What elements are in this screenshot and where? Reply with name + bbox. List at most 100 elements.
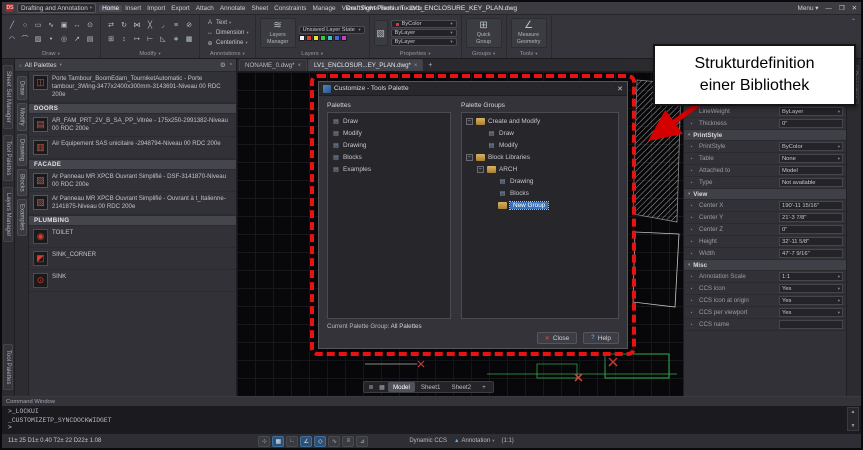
command-input[interactable]: >	[8, 424, 12, 431]
palette-item[interactable]: ⊙ SINK	[29, 270, 236, 293]
layer-color-chip[interactable]	[319, 34, 326, 41]
menu-button[interactable]: Menu ▾	[798, 4, 819, 12]
property-dropdown[interactable]: ByColor ▾	[390, 20, 457, 28]
move-icon[interactable]: ⇄	[105, 18, 117, 32]
circle-icon[interactable]: ○	[19, 18, 31, 32]
section-header-misc[interactable]: ▾ Misc	[684, 260, 846, 271]
property-value[interactable]: Model	[779, 166, 843, 175]
palette-tab-draw[interactable]: Draw	[16, 76, 27, 101]
section-header-view[interactable]: ▾ View	[684, 189, 846, 200]
palette-item[interactable]: ▥ Air Equipement SAS unicitaire -2948794-…	[29, 137, 236, 159]
tree-item-draw[interactable]: ▤ Draw	[462, 127, 618, 139]
palette-list-item-blocks[interactable]: ▤ Blocks	[328, 151, 450, 163]
command-scroll[interactable]: ▲ ▼	[847, 407, 859, 431]
maximize-button[interactable]: ❐	[839, 4, 845, 12]
ellipse-icon[interactable]: ⊙	[84, 18, 96, 32]
layer-color-chip[interactable]	[340, 34, 347, 41]
palette-tab-blocks[interactable]: Blocks	[16, 168, 27, 197]
menu-export[interactable]: Export	[168, 5, 192, 12]
palette-item[interactable]: ◩ SINK_CORNER	[29, 248, 236, 271]
section-header-plumbing[interactable]: PLUMBING	[29, 215, 236, 227]
palette-list-item-drawing[interactable]: ▤ Drawing	[328, 139, 450, 151]
palette-item[interactable]: ▨ Ar Panneau MR XPCB Ouvrant Simplifié - …	[29, 192, 236, 216]
minimize-button[interactable]: —	[826, 5, 832, 12]
explode-icon[interactable]: ∗	[170, 32, 182, 46]
rectangle-icon[interactable]: ▭	[32, 18, 44, 32]
property-value[interactable]: None ▾	[779, 154, 843, 163]
etrack-toggle[interactable]: ∿	[328, 435, 341, 447]
new-document-tab-button[interactable]: +	[424, 59, 436, 71]
menu-home[interactable]: Home	[99, 4, 123, 12]
grid-toggle[interactable]: ▦	[272, 435, 285, 447]
palette-item[interactable]: ◉ TOILET	[29, 226, 236, 249]
property-value[interactable]: ByLayer▾	[779, 107, 843, 116]
tree-expander-icon[interactable]: −	[477, 165, 484, 173]
property-value[interactable]: Yes ▾	[779, 308, 843, 317]
layer-color-chip[interactable]	[326, 34, 333, 41]
menu-insert[interactable]: Insert	[122, 5, 144, 12]
dock-tab-tool-palettes[interactable]: Tool Palettes	[3, 134, 13, 182]
workspace-selector[interactable]: Drafting and Annotation ▾	[17, 3, 97, 13]
layers-manager-button[interactable]: ≋ Layers Manager	[259, 18, 296, 48]
quick-group-button[interactable]: ⊞ Quick Group	[465, 18, 502, 48]
polar-toggle[interactable]: ∠	[300, 435, 313, 447]
menu-annotate[interactable]: Annotate	[217, 5, 249, 12]
palette-menu-icon[interactable]: ≡	[19, 63, 22, 68]
section-header-printstyle[interactable]: ▾ PrintStyle	[684, 130, 846, 141]
property-value[interactable]: 0"	[779, 225, 843, 234]
text-button[interactable]: A Text ▾	[204, 19, 251, 28]
sheet-tab-sheet2[interactable]: Sheet2	[446, 382, 476, 392]
snap-toggle[interactable]: ⊹	[258, 435, 271, 447]
tree-item-arch[interactable]: − ARCH	[462, 163, 618, 175]
property-value[interactable]: 190'-11 15/16"	[779, 201, 843, 210]
esnap-toggle[interactable]: ◇	[314, 435, 327, 447]
palette-item[interactable]: ◫ Porte Tambour_BoomEdam_TourniketAutomat…	[29, 72, 236, 103]
stretch-icon[interactable]: ↦	[131, 32, 143, 46]
ray-icon[interactable]: ↗	[71, 32, 83, 46]
property-value[interactable]: Not available	[779, 178, 843, 187]
ribbon-collapse-icon[interactable]: ⌃	[851, 18, 856, 25]
layer-color-chip[interactable]	[305, 34, 312, 41]
offset-icon[interactable]: ≡	[170, 18, 182, 32]
property-value[interactable]: 21'-3 7/8"	[779, 213, 843, 222]
measure-geometry-button[interactable]: ∠ Measure Geometry	[510, 18, 547, 48]
palette-item[interactable]: ▧ Ar Panneau MR XPCB Ouvrant Simplifié - …	[29, 170, 236, 193]
tree-item-create-and-modify[interactable]: − Create and Modify	[462, 115, 618, 127]
palette-tab-examples[interactable]: Examples	[16, 199, 27, 236]
sheet-tab-sheet1[interactable]: Sheet1	[416, 382, 446, 392]
mirror-icon[interactable]: ⋈	[131, 18, 143, 32]
palette-tab-drawing[interactable]: Drawing	[16, 133, 27, 166]
layer-color-chip[interactable]	[333, 34, 340, 41]
annotation-scale-control[interactable]: ▲ Annotation ▾	[454, 438, 494, 444]
scale-icon[interactable]: ↕	[118, 32, 130, 46]
palette-list-item-draw[interactable]: ▤ Draw	[328, 115, 450, 127]
tree-item-block-libraries[interactable]: − Block Libraries	[462, 151, 618, 163]
arc-icon[interactable]: ⌒	[19, 32, 31, 46]
ortho-toggle[interactable]: ∟	[286, 435, 299, 447]
layer-state-dropdown[interactable]: Unsaved Layer State ▾	[298, 25, 365, 34]
property-value[interactable]: Yes ▾	[779, 284, 843, 293]
close-window-button[interactable]: ✕	[852, 4, 857, 12]
erase-icon[interactable]: ⊘	[183, 18, 195, 32]
palette-list-item-examples[interactable]: ▤ Examples	[328, 163, 450, 175]
tree-expander-icon[interactable]: −	[466, 153, 473, 161]
palette-filter-dropdown[interactable]: All Palettes	[25, 62, 57, 69]
dynamic-ccs-toggle[interactable]: Dynamic CCS	[409, 438, 447, 444]
lineweight-toggle[interactable]: ≡	[342, 435, 355, 447]
scroll-down-icon[interactable]: ▼	[851, 423, 856, 429]
property-value[interactable]: 47'-7 9/16"	[779, 249, 843, 258]
property-value[interactable]: 32'-11 5/8"	[779, 237, 843, 246]
section-header-facade[interactable]: FACADE	[29, 158, 236, 170]
palette-tab-modify[interactable]: Modify	[16, 103, 27, 131]
tree-item-new-group[interactable]: New Group	[462, 199, 618, 211]
dock-tab-sheet-set-manager[interactable]: Sheet Set Manager	[3, 65, 13, 129]
menu-constraints[interactable]: Constraints	[271, 5, 309, 12]
doc-tab[interactable]: LV1_ENCLOSUR...EY_PLAN.dwg* ×	[308, 59, 424, 71]
tree-item-drawing[interactable]: ▤ Drawing	[462, 175, 618, 187]
layer-color-chip[interactable]	[312, 34, 319, 41]
palette-pin-icon[interactable]: ▫	[230, 61, 232, 69]
menu-sheet[interactable]: Sheet	[248, 5, 271, 12]
tree-item-modify[interactable]: ▤ Modify	[462, 139, 618, 151]
region-icon[interactable]: ▣	[58, 18, 70, 32]
dock-tab-layers-manager[interactable]: Layers Manager	[3, 187, 13, 243]
